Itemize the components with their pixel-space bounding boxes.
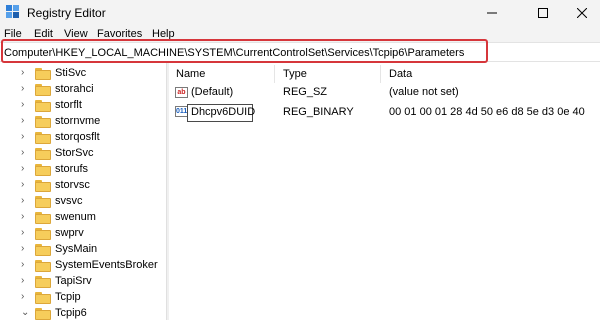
tree-item-label: Tcpip (55, 291, 81, 303)
tree-item-label: swprv (55, 227, 84, 239)
maximize-button[interactable] (521, 0, 565, 26)
chevron-right-icon[interactable]: › (21, 67, 24, 78)
tree-item-label: StorSvc (55, 147, 94, 159)
value-data: 00 01 00 01 28 4d 50 e6 d8 5e d3 0e 40 e… (389, 106, 600, 118)
folder-icon (35, 180, 51, 192)
chevron-right-icon[interactable]: › (21, 179, 24, 190)
folder-icon (35, 276, 51, 288)
chevron-right-icon[interactable]: › (21, 275, 24, 286)
chevron-right-icon[interactable]: › (21, 227, 24, 238)
title-bar: Registry Editor (0, 0, 600, 26)
tree-item-label: SysMain (55, 243, 98, 255)
chevron-right-icon[interactable]: › (21, 131, 24, 142)
folder-icon (35, 196, 51, 208)
folder-icon (35, 212, 51, 224)
column-header-name[interactable]: Name (176, 68, 205, 80)
value-name-editing[interactable]: Dhcpv6DUID (191, 106, 255, 118)
close-button[interactable] (560, 0, 600, 26)
folder-icon (35, 260, 51, 272)
tree-item-label: TapiSrv (55, 275, 92, 287)
tree-item-label: swenum (55, 211, 96, 223)
folder-icon (35, 148, 51, 160)
tree-item-label: storflt (55, 99, 82, 111)
chevron-right-icon[interactable]: › (21, 83, 24, 94)
maximize-icon (538, 8, 548, 18)
tree-item[interactable]: ⌄ Tcpip6 (0, 305, 166, 320)
value-data: (value not set) (389, 86, 459, 98)
chevron-right-icon[interactable]: › (21, 259, 24, 270)
chevron-right-icon[interactable]: › (21, 211, 24, 222)
tree-item-label: storufs (55, 163, 89, 175)
column-header-type[interactable]: Type (283, 68, 307, 80)
folder-icon (35, 116, 51, 128)
folder-icon (35, 68, 51, 80)
minimize-icon (487, 12, 497, 14)
folder-icon (35, 308, 51, 320)
folder-icon (35, 292, 51, 304)
tree-item-label: StiSvc (55, 67, 87, 79)
folder-icon (35, 244, 51, 256)
column-divider[interactable] (380, 65, 381, 83)
folder-icon (35, 100, 51, 112)
tree-item-label: SystemEventsBroker (55, 259, 158, 271)
window-title: Registry Editor (27, 6, 106, 20)
column-divider[interactable] (274, 65, 275, 83)
tree-item-label: storqosflt (55, 131, 100, 143)
chevron-right-icon[interactable]: › (21, 195, 24, 206)
value-name[interactable]: (Default) (191, 86, 233, 98)
tree-item-label: storvsc (55, 179, 90, 191)
chevron-right-icon[interactable]: › (21, 115, 24, 126)
folder-icon (35, 132, 51, 144)
chevron-right-icon[interactable]: › (21, 163, 24, 174)
tree-item-label: Tcpip6 (55, 307, 87, 319)
pane-splitter[interactable] (166, 63, 169, 320)
chevron-right-icon[interactable]: › (21, 291, 24, 302)
folder-icon (35, 228, 51, 240)
registry-editor-app-icon (6, 5, 19, 18)
chevron-right-icon[interactable]: › (21, 99, 24, 110)
close-icon (577, 8, 587, 18)
values-list: Name Type Data (170, 63, 600, 320)
value-type: REG_BINARY (283, 106, 354, 118)
chevron-right-icon[interactable]: › (21, 147, 24, 158)
vertical-scrollbar[interactable] (586, 63, 600, 320)
tree-item-label: stornvme (55, 115, 101, 127)
string-value-icon: ab (175, 87, 188, 98)
tree-item-label: storahci (55, 83, 94, 95)
value-type: REG_SZ (283, 86, 328, 98)
chevron-down-icon[interactable]: ⌄ (21, 307, 29, 318)
minimize-button[interactable] (470, 0, 514, 26)
tree-item-label: svsvc (55, 195, 83, 207)
chevron-right-icon[interactable]: › (21, 243, 24, 254)
key-tree: › StiSvc › storahci › storflt › stornvme › storqo… (0, 63, 166, 320)
column-header-data[interactable]: Data (389, 68, 412, 80)
folder-icon (35, 164, 51, 176)
folder-icon (35, 84, 51, 96)
address-highlight-box (1, 39, 488, 63)
